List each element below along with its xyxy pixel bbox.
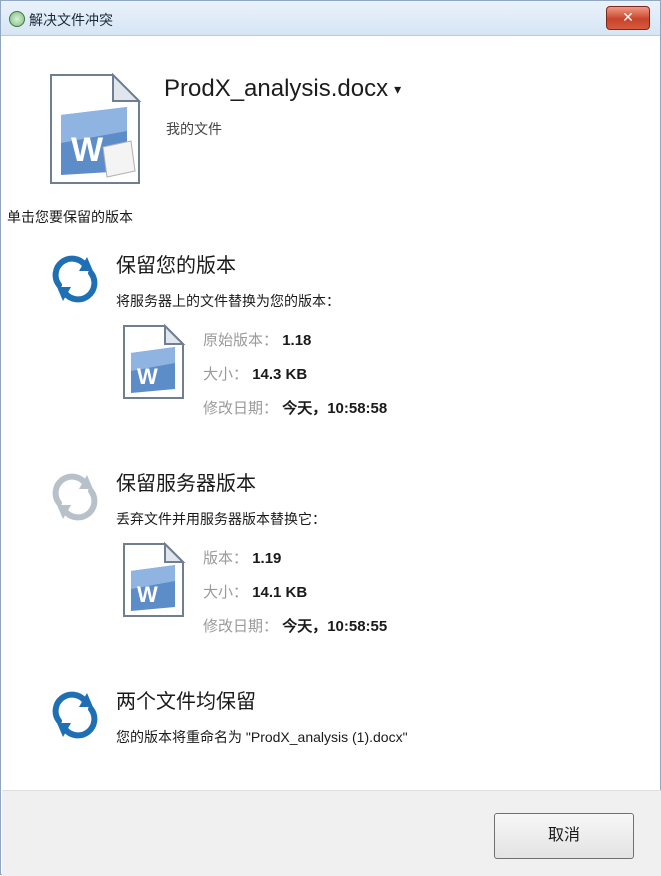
option-description: 将服务器上的文件替换为您的版本： [116,293,340,309]
file-size: 大小： 14.1 KB [203,584,308,601]
resolve-conflict-dialog: 解决文件冲突 ✕ W ProdX_analysis.docx ▾ 我的文件 单击您… [0,0,661,876]
option-description: 丢弃文件并用服务器版本替换它： [116,511,326,527]
app-icon [9,11,25,27]
word-document-icon: W [50,72,142,184]
svg-text:W: W [137,582,158,607]
file-name[interactable]: ProdX_analysis.docx ▾ [164,75,401,103]
option-title: 保留服务器版本 [116,473,256,495]
option-keep-both[interactable]: 两个文件均保留 您的版本将重命名为 "ProdX_analysis (1).do… [1,677,661,757]
instruction-text: 单击您要保留的版本 [7,209,133,225]
cancel-button[interactable]: 取消 [494,813,634,859]
server-version: 版本： 1.19 [203,550,282,567]
close-icon: ✕ [622,10,634,26]
file-size: 大小： 14.3 KB [203,366,308,383]
option-title: 保留您的版本 [116,255,236,277]
option-keep-my-version[interactable]: 保留您的版本 将服务器上的文件替换为您的版本： W 原始版本： 1.18 大小：… [1,241,661,431]
word-document-icon: W [123,541,186,617]
close-button[interactable]: ✕ [606,6,650,30]
option-title: 两个文件均保留 [116,691,256,713]
word-document-icon: W [123,323,186,399]
sync-arrows-icon [52,473,98,521]
title-bar: 解决文件冲突 ✕ [1,1,660,36]
option-description: 您的版本将重命名为 "ProdX_analysis (1).docx" [116,729,408,745]
sync-arrows-icon [52,691,98,739]
chevron-down-icon[interactable]: ▾ [394,81,401,97]
modified-date: 修改日期： 今天，10:58:55 [203,618,388,635]
sync-arrows-icon [52,255,98,303]
window-title: 解决文件冲突 [29,12,113,28]
dialog-footer: 取消 [2,790,661,876]
svg-text:W: W [71,131,104,169]
option-keep-server-version[interactable]: 保留服务器版本 丢弃文件并用服务器版本替换它： W 版本： 1.19 大小： 1… [1,459,661,649]
original-version: 原始版本： 1.18 [203,332,312,349]
modified-date: 修改日期： 今天，10:58:58 [203,400,388,417]
svg-text:W: W [137,364,158,389]
file-location: 我的文件 [166,121,222,137]
